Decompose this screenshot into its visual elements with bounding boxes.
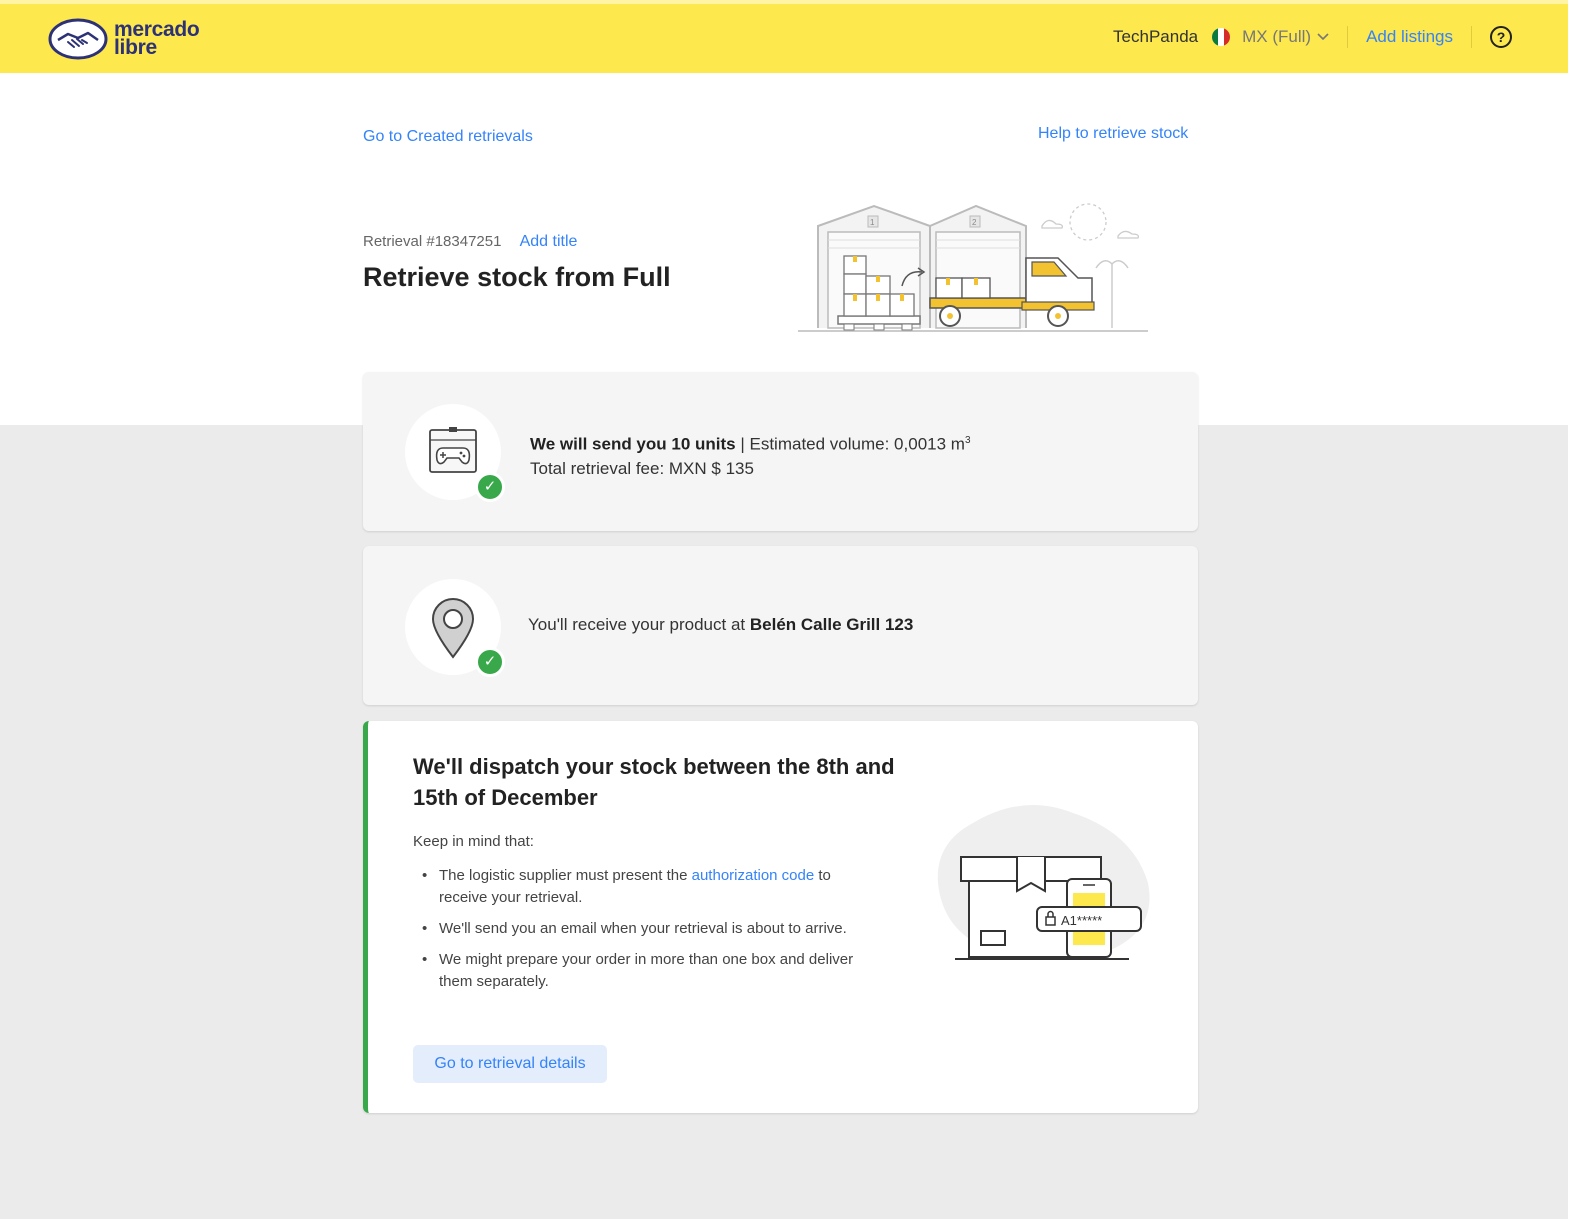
help-retrieve-stock-link[interactable]: Help to retrieve stock bbox=[1038, 125, 1188, 143]
chevron-down-icon bbox=[1317, 33, 1329, 41]
retrieval-details-button[interactable]: Go to retrieval details bbox=[413, 1045, 607, 1083]
units-summary-text: We will send you 10 units | Estimated vo… bbox=[530, 429, 971, 481]
divider bbox=[1471, 26, 1472, 48]
site-selector-label: MX (Full) bbox=[1242, 27, 1312, 46]
delivery-address-card: ✓ You'll receive your product at Belén C… bbox=[363, 546, 1198, 705]
dispatch-title: We'll dispatch your stock between the 8t… bbox=[413, 754, 895, 810]
units-icon-circle: ✓ bbox=[405, 404, 505, 502]
authorization-code-link[interactable]: authorization code bbox=[692, 867, 815, 884]
site-selector[interactable]: MX (Full) bbox=[1242, 27, 1329, 47]
units-count: We will send you 10 units bbox=[530, 434, 736, 454]
retrieval-number: Retrieval #18347251 bbox=[363, 233, 502, 250]
dispatch-info-card: We'll dispatch your stock between the 8t… bbox=[363, 721, 1198, 1113]
add-title-link[interactable]: Add title bbox=[520, 233, 578, 250]
created-retrievals-link[interactable]: Go to Created retrievals bbox=[363, 128, 533, 146]
warehouse-truck-illustration: 1 2 bbox=[798, 203, 1148, 332]
retrieval-fee: Total retrieval fee: MXN $ 135 bbox=[530, 458, 754, 478]
address-icon-circle: ✓ bbox=[405, 579, 505, 677]
box-phone-illustration: A1***** bbox=[937, 805, 1150, 961]
list-item: The logistic supplier must present the a… bbox=[413, 865, 873, 909]
units-summary-card: ✓ We will send you 10 units | Estimated … bbox=[363, 372, 1198, 531]
logo-wordmark: mercado libre bbox=[114, 19, 200, 59]
delivery-address-prefix: You'll receive your product at bbox=[528, 615, 746, 634]
delivery-address-text: You'll receive your product at Belén Cal… bbox=[528, 615, 913, 635]
estimated-volume: | Estimated volume: 0,0013 m bbox=[740, 434, 965, 454]
help-icon[interactable]: ? bbox=[1490, 26, 1512, 48]
user-name[interactable]: TechPanda bbox=[1113, 27, 1198, 47]
divider bbox=[1347, 26, 1349, 48]
units-line: We will send you 10 units | Estimated vo… bbox=[530, 429, 971, 457]
list-item: We might prepare your order in more than… bbox=[413, 949, 873, 993]
header-right: TechPanda MX (Full) Add listings ? bbox=[1113, 26, 1512, 48]
mexico-flag-icon bbox=[1212, 28, 1231, 46]
volume-unit-exponent: 3 bbox=[964, 435, 971, 446]
page-title: Retrieve stock from Full bbox=[363, 262, 671, 292]
keep-in-mind-label: Keep in mind that: bbox=[413, 833, 534, 850]
add-listings-link[interactable]: Add listings bbox=[1366, 27, 1453, 47]
check-icon: ✓ bbox=[475, 647, 505, 677]
right-edge-strip bbox=[1568, 0, 1593, 1219]
dispatch-notes-list: The logistic supplier must present the a… bbox=[413, 865, 873, 1002]
mercado-libre-logo[interactable]: mercado libre bbox=[48, 18, 200, 60]
delivery-address: Belén Calle Grill 123 bbox=[749, 615, 914, 634]
top-header: mercado libre TechPanda MX (Full) Add li… bbox=[0, 0, 1568, 73]
dock-number: 2 bbox=[972, 218, 977, 227]
check-icon: ✓ bbox=[475, 472, 505, 502]
list-item: We'll send you an email when your retrie… bbox=[413, 918, 873, 940]
authorization-code-sample: A1***** bbox=[1061, 913, 1102, 928]
logo-line-2: libre bbox=[114, 36, 157, 59]
dock-number: 1 bbox=[870, 218, 875, 227]
retrieval-meta: Retrieval #18347251 Add title bbox=[363, 233, 577, 251]
note-1-pre: The logistic supplier must present the bbox=[439, 867, 688, 884]
handshake-logo-icon bbox=[48, 18, 108, 60]
